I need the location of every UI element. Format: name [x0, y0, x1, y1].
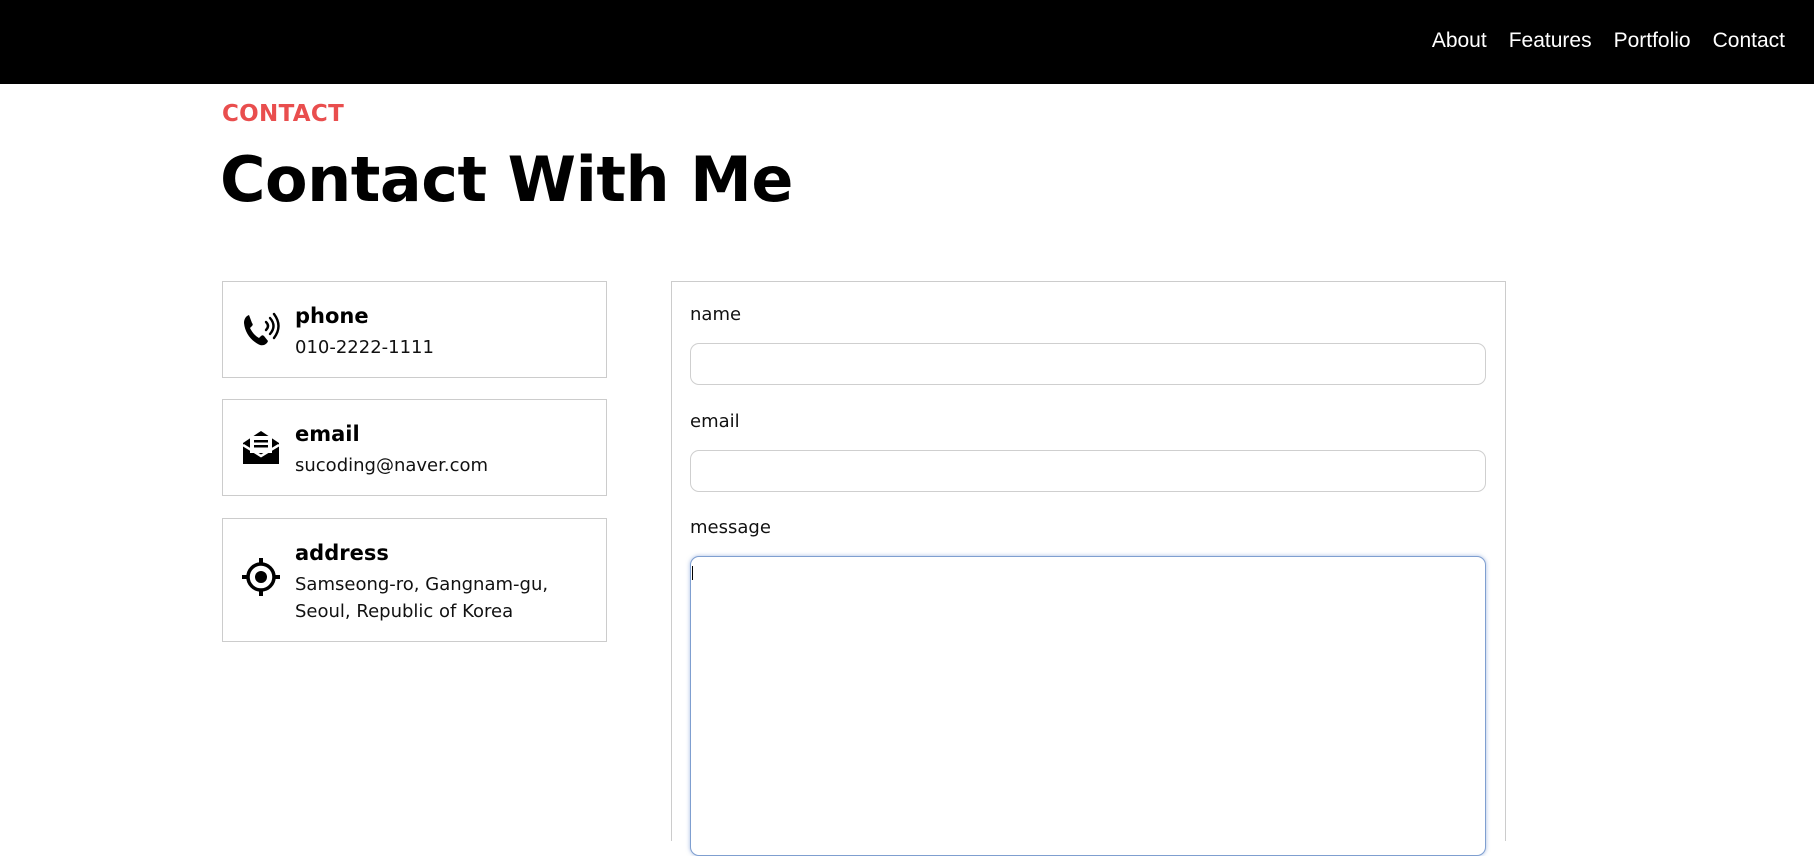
nav-menu: About Features Portfolio Contact — [1432, 28, 1785, 54]
top-navbar: About Features Portfolio Contact — [0, 0, 1814, 84]
text-caret — [692, 566, 693, 580]
email-label: email — [690, 411, 740, 432]
location-target-icon — [241, 557, 281, 597]
section-eyebrow: CONTACT — [222, 101, 345, 127]
name-input[interactable] — [690, 343, 1486, 385]
phone-card: phone 010-2222-1111 — [222, 281, 607, 378]
nav-link-features[interactable]: Features — [1509, 28, 1592, 54]
open-envelope-icon — [241, 427, 281, 467]
nav-link-about[interactable]: About — [1432, 28, 1487, 54]
phone-value: 010-2222-1111 — [295, 337, 434, 358]
nav-link-contact[interactable]: Contact — [1713, 28, 1785, 54]
nav-link-portfolio[interactable]: Portfolio — [1614, 28, 1691, 54]
email-card: email sucoding@naver.com — [222, 399, 607, 496]
message-textarea[interactable] — [690, 556, 1486, 856]
message-label: message — [690, 517, 771, 538]
address-card: address Samseong-ro, Gangnam-gu, Seoul, … — [222, 518, 607, 642]
contact-form: name email message — [671, 281, 1506, 856]
email-value: sucoding@naver.com — [295, 455, 489, 476]
email-title: email — [295, 422, 360, 446]
address-title: address — [295, 541, 389, 565]
page-title: Contact With Me — [220, 143, 793, 216]
phone-title: phone — [295, 304, 369, 328]
name-label: name — [690, 304, 742, 325]
address-value: Samseong-ro, Gangnam-gu, Seoul, Republic… — [295, 574, 549, 622]
email-input[interactable] — [690, 450, 1486, 492]
phone-icon — [241, 309, 281, 349]
